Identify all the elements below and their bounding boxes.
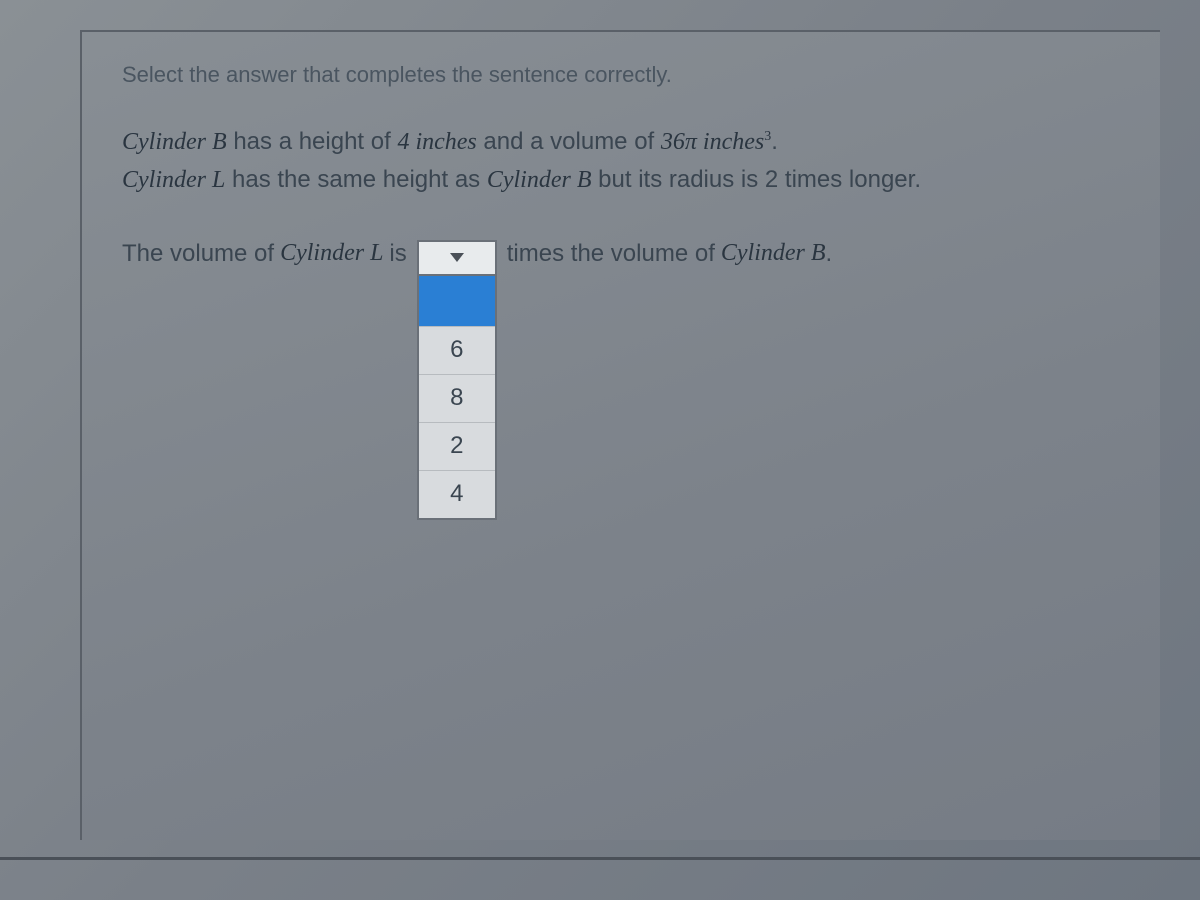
chevron-down-icon — [450, 253, 464, 263]
answer-dropdown[interactable]: 6 8 2 4 — [417, 240, 497, 520]
answer-sentence: The volume of Cylinder L is 6 8 2 4 time… — [122, 240, 1120, 520]
dropdown-option-2[interactable]: 2 — [419, 422, 495, 470]
dropdown-option-blank[interactable] — [419, 276, 495, 326]
term-cylinder-l-2: Cylinder L — [280, 240, 383, 267]
bottom-divider — [0, 857, 1200, 860]
dropdown-option-8[interactable]: 8 — [419, 374, 495, 422]
term-cylinder-l: Cylinder L — [122, 167, 225, 193]
dropdown-option-6[interactable]: 6 — [419, 326, 495, 374]
dropdown-option-4[interactable]: 4 — [419, 470, 495, 518]
term-cylinder-b-2: Cylinder B — [487, 167, 592, 193]
dropdown-trigger[interactable] — [417, 240, 497, 276]
problem-statement: Cylinder B has a height of 4 inches and … — [122, 123, 1120, 200]
volume-value: 36π inches — [661, 129, 764, 155]
dropdown-list[interactable]: 6 8 2 4 — [417, 276, 497, 520]
instruction-text: Select the answer that completes the sen… — [122, 62, 1120, 88]
term-cylinder-b: Cylinder B — [122, 129, 227, 155]
height-value: 4 inches — [397, 129, 476, 155]
question-panel: Select the answer that completes the sen… — [80, 30, 1160, 840]
term-cylinder-b-3: Cylinder B — [721, 240, 826, 267]
